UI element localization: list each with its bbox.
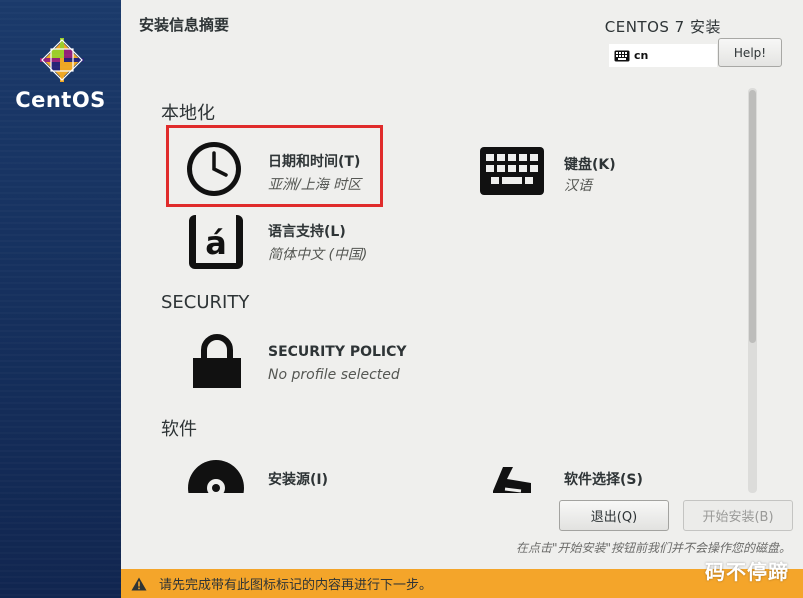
spoke-language-status: 简体中文 (中国) <box>268 247 368 263</box>
page-title: 安装信息摘要 <box>139 16 230 34</box>
main-panel: 安装信息摘要 CENTOS 7 安装 cn Help! 本地化 日期和时间(T)… <box>121 0 803 569</box>
spoke-security-policy-label: SECURITY POLICY <box>268 344 407 360</box>
begin-installation-button[interactable]: 开始安装(B) <box>683 500 793 531</box>
scrollbar-thumb[interactable] <box>749 90 756 343</box>
keyboard-small-icon <box>614 50 630 61</box>
help-button[interactable]: Help! <box>718 38 782 67</box>
section-localization: 本地化 <box>161 103 215 124</box>
spoke-keyboard-label: 键盘(K) <box>564 157 616 173</box>
svg-text:á: á <box>205 224 227 262</box>
keyboard-icon <box>480 147 544 195</box>
spoke-language-label: 语言支持(L) <box>268 224 346 240</box>
keyboard-layout-code: cn <box>634 49 649 62</box>
spoke-keyboard-status: 汉语 <box>564 178 592 194</box>
sidebar: CentOS <box>0 0 121 598</box>
spoke-keyboard[interactable]: 键盘(K) 汉语 <box>479 146 679 198</box>
spoke-security-policy-status: No profile selected <box>268 367 400 383</box>
centos-logo-text: CentOS <box>15 88 106 112</box>
section-software: 软件 <box>161 419 197 440</box>
spoke-software-selection[interactable]: 软件选择(S) <box>491 465 711 493</box>
centos-logo-icon <box>40 38 84 82</box>
scrollbar[interactable] <box>748 88 757 493</box>
spoke-security-policy[interactable]: SECURITY POLICY No profile selected <box>191 334 491 390</box>
disc-icon <box>188 460 244 493</box>
keyboard-layout-indicator[interactable]: cn <box>609 44 717 67</box>
warning-text: 请先完成带有此图标标记的内容再进行下一步。 <box>159 578 433 593</box>
spoke-software-selection-label: 软件选择(S) <box>564 472 643 488</box>
section-security: SECURITY <box>161 292 250 313</box>
highlight-box <box>166 125 383 207</box>
language-icon: á <box>189 215 243 269</box>
product-title: CENTOS 7 安装 <box>604 18 721 36</box>
quit-button[interactable]: 退出(Q) <box>559 500 669 531</box>
spoke-language-support[interactable]: á 语言支持(L) 简体中文 (中国) <box>187 213 427 273</box>
package-icon <box>493 467 531 493</box>
watermark-text: 码不停蹄 <box>705 560 789 584</box>
software-spokes-clip: 安装源(I) 软件选择(S) <box>121 455 741 493</box>
spoke-install-source[interactable]: 安装源(I) <box>187 459 407 493</box>
spoke-install-source-label: 安装源(I) <box>268 472 329 488</box>
lock-icon <box>193 334 241 388</box>
disk-hint-text: 在点击"开始安装"按钮前我们并不会操作您的磁盘。 <box>515 541 791 555</box>
warning-bar: 请先完成带有此图标标记的内容再进行下一步。 <box>121 569 803 598</box>
warning-icon <box>131 577 147 590</box>
